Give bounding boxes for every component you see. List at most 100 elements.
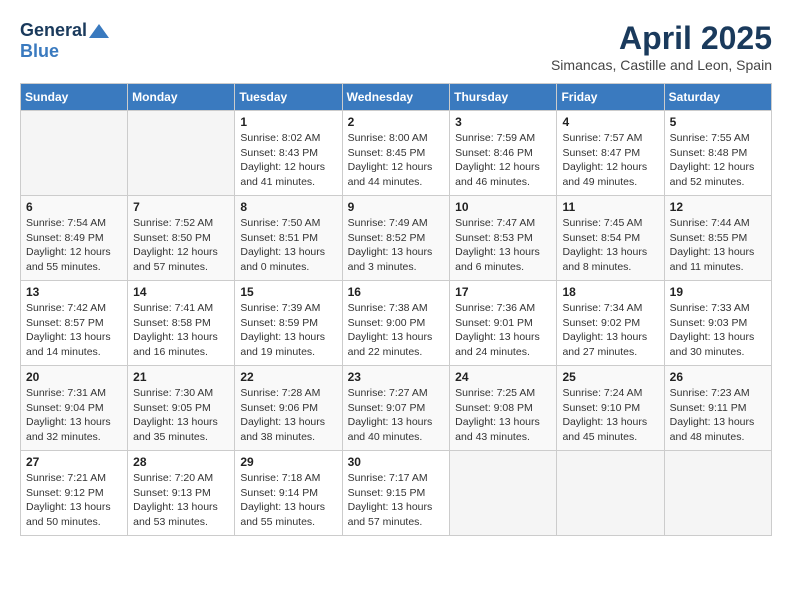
location: Simancas, Castille and Leon, Spain (551, 57, 772, 73)
day-info: Sunrise: 7:20 AM Sunset: 9:13 PM Dayligh… (133, 471, 229, 530)
calendar-cell: 28 Sunrise: 7:20 AM Sunset: 9:13 PM Dayli… (128, 451, 235, 536)
weekday-header-thursday: Thursday (450, 84, 557, 111)
calendar-cell: 19 Sunrise: 7:33 AM Sunset: 9:03 PM Dayli… (664, 281, 771, 366)
calendar-cell: 7 Sunrise: 7:52 AM Sunset: 8:50 PM Daylig… (128, 196, 235, 281)
day-info: Sunrise: 7:52 AM Sunset: 8:50 PM Dayligh… (133, 216, 229, 275)
day-number: 18 (562, 285, 658, 299)
weekday-header-monday: Monday (128, 84, 235, 111)
day-number: 2 (348, 115, 445, 129)
day-number: 20 (26, 370, 122, 384)
calendar-cell (21, 111, 128, 196)
calendar-cell: 24 Sunrise: 7:25 AM Sunset: 9:08 PM Dayli… (450, 366, 557, 451)
day-number: 11 (562, 200, 658, 214)
day-number: 13 (26, 285, 122, 299)
logo-icon (89, 24, 109, 38)
day-number: 7 (133, 200, 229, 214)
day-number: 23 (348, 370, 445, 384)
day-info: Sunrise: 7:49 AM Sunset: 8:52 PM Dayligh… (348, 216, 445, 275)
calendar-cell: 21Sunrise: 7:30 AM Sunset: 9:05 PM Dayli… (128, 366, 235, 451)
calendar-cell: 18 Sunrise: 7:34 AM Sunset: 9:02 PM Dayli… (557, 281, 664, 366)
calendar: SundayMondayTuesdayWednesdayThursdayFrid… (20, 83, 772, 536)
day-number: 29 (240, 455, 336, 469)
day-info: Sunrise: 7:18 AM Sunset: 9:14 PM Dayligh… (240, 471, 336, 530)
calendar-cell: 6 Sunrise: 7:54 AM Sunset: 8:49 PM Daylig… (21, 196, 128, 281)
month-title: April 2025 (551, 20, 772, 57)
calendar-week-row: 6 Sunrise: 7:54 AM Sunset: 8:49 PM Daylig… (21, 196, 772, 281)
calendar-cell: 29 Sunrise: 7:18 AM Sunset: 9:14 PM Dayli… (235, 451, 342, 536)
calendar-cell: 1 Sunrise: 8:02 AM Sunset: 8:43 PM Daylig… (235, 111, 342, 196)
calendar-cell: 25 Sunrise: 7:24 AM Sunset: 9:10 PM Dayli… (557, 366, 664, 451)
day-number: 24 (455, 370, 551, 384)
calendar-cell (557, 451, 664, 536)
day-info: Sunrise: 7:45 AM Sunset: 8:54 PM Dayligh… (562, 216, 658, 275)
calendar-cell: 3Sunrise: 7:59 AM Sunset: 8:46 PM Daylig… (450, 111, 557, 196)
day-number: 22 (240, 370, 336, 384)
day-info: Sunrise: 7:33 AM Sunset: 9:03 PM Dayligh… (670, 301, 766, 360)
day-info: Sunrise: 7:47 AM Sunset: 8:53 PM Dayligh… (455, 216, 551, 275)
calendar-cell (664, 451, 771, 536)
day-info: Sunrise: 7:24 AM Sunset: 9:10 PM Dayligh… (562, 386, 658, 445)
calendar-cell: 23Sunrise: 7:27 AM Sunset: 9:07 PM Dayli… (342, 366, 450, 451)
calendar-cell: 14 Sunrise: 7:41 AM Sunset: 8:58 PM Dayli… (128, 281, 235, 366)
calendar-cell: 11 Sunrise: 7:45 AM Sunset: 8:54 PM Dayli… (557, 196, 664, 281)
day-info: Sunrise: 7:25 AM Sunset: 9:08 PM Dayligh… (455, 386, 551, 445)
day-info: Sunrise: 7:44 AM Sunset: 8:55 PM Dayligh… (670, 216, 766, 275)
day-number: 26 (670, 370, 766, 384)
day-number: 27 (26, 455, 122, 469)
logo: General Blue (20, 20, 109, 62)
calendar-cell: 20 Sunrise: 7:31 AM Sunset: 9:04 PM Dayli… (21, 366, 128, 451)
weekday-header-row: SundayMondayTuesdayWednesdayThursdayFrid… (21, 84, 772, 111)
day-number: 1 (240, 115, 336, 129)
day-number: 30 (348, 455, 445, 469)
calendar-week-row: 20 Sunrise: 7:31 AM Sunset: 9:04 PM Dayli… (21, 366, 772, 451)
calendar-cell: 30Sunrise: 7:17 AM Sunset: 9:15 PM Dayli… (342, 451, 450, 536)
calendar-cell: 12 Sunrise: 7:44 AM Sunset: 8:55 PM Dayli… (664, 196, 771, 281)
day-number: 5 (670, 115, 766, 129)
day-info: Sunrise: 7:55 AM Sunset: 8:48 PM Dayligh… (670, 131, 766, 190)
day-number: 3 (455, 115, 551, 129)
calendar-cell: 5 Sunrise: 7:55 AM Sunset: 8:48 PM Daylig… (664, 111, 771, 196)
calendar-cell: 8 Sunrise: 7:50 AM Sunset: 8:51 PM Daylig… (235, 196, 342, 281)
calendar-cell: 16 Sunrise: 7:38 AM Sunset: 9:00 PM Dayli… (342, 281, 450, 366)
calendar-week-row: 13 Sunrise: 7:42 AM Sunset: 8:57 PM Dayli… (21, 281, 772, 366)
calendar-cell: 17Sunrise: 7:36 AM Sunset: 9:01 PM Dayli… (450, 281, 557, 366)
day-info: Sunrise: 7:42 AM Sunset: 8:57 PM Dayligh… (26, 301, 122, 360)
day-number: 14 (133, 285, 229, 299)
day-info: Sunrise: 7:38 AM Sunset: 9:00 PM Dayligh… (348, 301, 445, 360)
day-number: 10 (455, 200, 551, 214)
day-info: Sunrise: 7:31 AM Sunset: 9:04 PM Dayligh… (26, 386, 122, 445)
calendar-cell (128, 111, 235, 196)
calendar-cell: 9Sunrise: 7:49 AM Sunset: 8:52 PM Daylig… (342, 196, 450, 281)
day-number: 6 (26, 200, 122, 214)
calendar-cell: 22 Sunrise: 7:28 AM Sunset: 9:06 PM Dayli… (235, 366, 342, 451)
calendar-cell: 26Sunrise: 7:23 AM Sunset: 9:11 PM Dayli… (664, 366, 771, 451)
day-info: Sunrise: 7:21 AM Sunset: 9:12 PM Dayligh… (26, 471, 122, 530)
day-number: 16 (348, 285, 445, 299)
title-area: April 2025 Simancas, Castille and Leon, … (551, 20, 772, 73)
day-info: Sunrise: 7:39 AM Sunset: 8:59 PM Dayligh… (240, 301, 336, 360)
day-info: Sunrise: 7:30 AM Sunset: 9:05 PM Dayligh… (133, 386, 229, 445)
day-number: 19 (670, 285, 766, 299)
day-number: 28 (133, 455, 229, 469)
day-info: Sunrise: 7:34 AM Sunset: 9:02 PM Dayligh… (562, 301, 658, 360)
calendar-cell (450, 451, 557, 536)
day-info: Sunrise: 7:36 AM Sunset: 9:01 PM Dayligh… (455, 301, 551, 360)
weekday-header-saturday: Saturday (664, 84, 771, 111)
day-number: 25 (562, 370, 658, 384)
calendar-week-row: 1 Sunrise: 8:02 AM Sunset: 8:43 PM Daylig… (21, 111, 772, 196)
logo-blue-text: Blue (20, 41, 59, 61)
day-info: Sunrise: 8:02 AM Sunset: 8:43 PM Dayligh… (240, 131, 336, 190)
day-info: Sunrise: 7:50 AM Sunset: 8:51 PM Dayligh… (240, 216, 336, 275)
weekday-header-tuesday: Tuesday (235, 84, 342, 111)
calendar-cell: 2Sunrise: 8:00 AM Sunset: 8:45 PM Daylig… (342, 111, 450, 196)
day-number: 8 (240, 200, 336, 214)
day-number: 15 (240, 285, 336, 299)
calendar-cell: 15 Sunrise: 7:39 AM Sunset: 8:59 PM Dayli… (235, 281, 342, 366)
day-info: Sunrise: 7:28 AM Sunset: 9:06 PM Dayligh… (240, 386, 336, 445)
day-number: 4 (562, 115, 658, 129)
day-info: Sunrise: 7:41 AM Sunset: 8:58 PM Dayligh… (133, 301, 229, 360)
day-number: 12 (670, 200, 766, 214)
day-info: Sunrise: 7:54 AM Sunset: 8:49 PM Dayligh… (26, 216, 122, 275)
day-info: Sunrise: 7:57 AM Sunset: 8:47 PM Dayligh… (562, 131, 658, 190)
calendar-week-row: 27 Sunrise: 7:21 AM Sunset: 9:12 PM Dayli… (21, 451, 772, 536)
